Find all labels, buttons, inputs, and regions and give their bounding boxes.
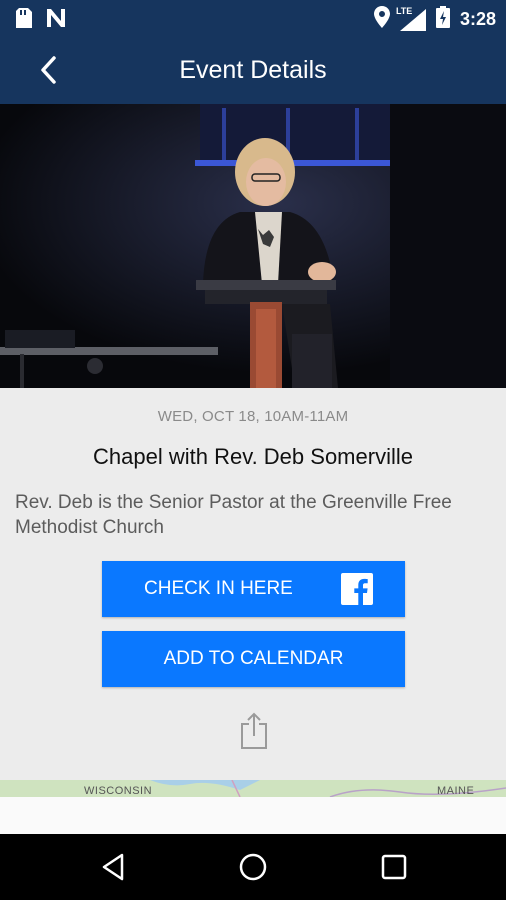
check-in-label: CHECK IN HERE xyxy=(144,578,293,599)
sd-card-icon xyxy=(16,8,32,33)
add-to-calendar-button[interactable]: ADD TO CALENDAR xyxy=(102,631,405,687)
event-description: Rev. Deb is the Senior Pastor at the Gre… xyxy=(15,492,452,538)
nav-recents-button[interactable] xyxy=(378,851,410,883)
network-type: LTE xyxy=(395,5,413,16)
location-icon xyxy=(373,6,390,33)
event-map[interactable]: WISCONSIN MAINE xyxy=(0,780,506,797)
footer-space xyxy=(0,797,506,834)
facebook-icon xyxy=(341,573,373,605)
event-image xyxy=(0,104,506,388)
n-notification-icon xyxy=(46,8,68,33)
map-label-maine: MAINE xyxy=(437,785,475,797)
signal-icon: LTE xyxy=(396,6,426,31)
battery-icon xyxy=(435,6,450,33)
home-circle-icon xyxy=(239,853,267,881)
app-bar: Event Details xyxy=(0,36,506,104)
status-bar: LTE 3:28 xyxy=(0,0,506,36)
event-details: WED, OCT 18, 10AM-11AM Chapel with Rev. … xyxy=(0,388,506,780)
share-icon xyxy=(241,712,267,749)
nav-home-button[interactable] xyxy=(237,851,269,883)
map-label-wisconsin: WISCONSIN xyxy=(84,785,153,797)
page-title: Event Details xyxy=(179,56,327,84)
event-datetime: WED, OCT 18, 10AM-11AM xyxy=(157,408,349,425)
nav-back-button[interactable] xyxy=(98,851,130,883)
back-triangle-icon xyxy=(102,853,124,881)
clock: 3:28 xyxy=(459,9,496,29)
add-to-calendar-label: ADD TO CALENDAR xyxy=(163,648,344,669)
recents-square-icon xyxy=(381,854,407,880)
system-nav-bar xyxy=(0,834,506,900)
share-button[interactable] xyxy=(239,712,269,750)
check-in-button[interactable]: CHECK IN HERE xyxy=(102,561,405,617)
event-title: Chapel with Rev. Deb Somerville xyxy=(93,444,413,469)
